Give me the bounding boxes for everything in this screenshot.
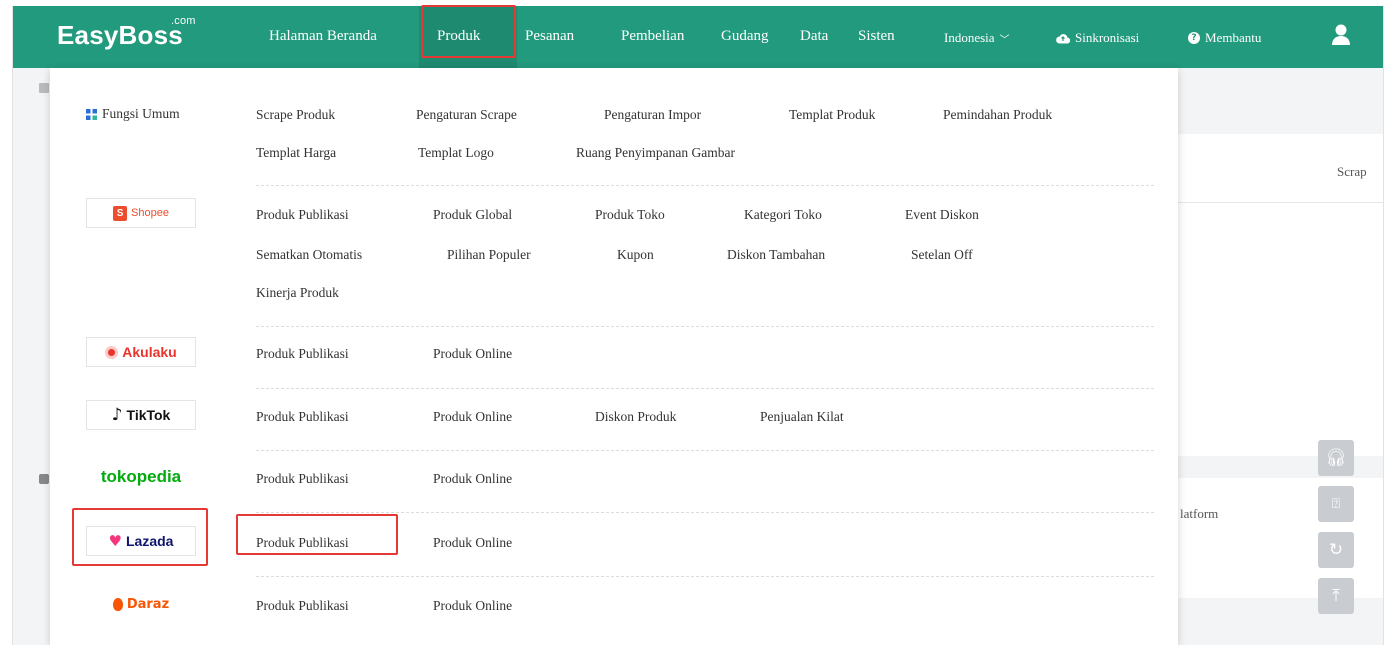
sync-button[interactable]: Sinkronisasi (1056, 30, 1139, 46)
tiktok-logo[interactable]: ♪ TikTok (86, 400, 196, 430)
help-button[interactable]: ? Membantu (1188, 30, 1261, 46)
general-functions-label: Fungsi Umum (102, 106, 180, 121)
shopee-link-produk-toko[interactable]: Produk Toko (595, 207, 665, 223)
background-platform-text: latform (1180, 506, 1219, 521)
tokopedia-link-produk-online[interactable]: Produk Online (433, 471, 512, 487)
tokopedia-label: tokopedia (100, 467, 182, 486)
lazada-heart-icon: ♥ (108, 532, 122, 550)
produk-mega-menu: Fungsi Umum Scrape Produk Pengaturan Scr… (50, 68, 1178, 645)
app-frame: Scrap latform 🎧︎ ⍰ ↻ ⤒ EasyBoss .com Hal… (12, 6, 1384, 645)
help-label: Membantu (1205, 30, 1262, 45)
shopee-link-kinerja-produk[interactable]: Kinerja Produk (256, 285, 339, 301)
nav-item-pesanan[interactable]: Pesanan (525, 28, 574, 45)
nav-item-gudang[interactable]: Gudang (721, 28, 769, 45)
daraz-label: Daraz (126, 596, 170, 612)
nav-item-pembelian[interactable]: Pembelian (621, 28, 684, 45)
tokopedia-logo[interactable]: tokopedia (86, 462, 196, 492)
general-functions-category: Fungsi Umum (86, 106, 180, 122)
menu-link-pengaturan-scrape[interactable]: Pengaturan Scrape (416, 107, 517, 123)
akulaku-link-produk-publikasi[interactable]: Produk Publikasi (256, 346, 349, 362)
shopee-logo[interactable]: S Shopee (86, 198, 196, 228)
tiktok-label: TikTok (126, 407, 171, 423)
question-circle-icon: ? (1188, 32, 1200, 44)
menu-link-templat-logo[interactable]: Templat Logo (418, 145, 494, 161)
daraz-link-produk-online[interactable]: Produk Online (433, 598, 512, 614)
feedback-button[interactable]: ⍰ (1318, 486, 1354, 522)
section-divider (256, 512, 1154, 513)
nav-item-produk[interactable]: Produk (437, 28, 480, 45)
tiktok-link-produk-online[interactable]: Produk Online (433, 409, 512, 425)
sync-label: Sinkronisasi (1075, 30, 1140, 45)
menu-link-templat-harga[interactable]: Templat Harga (256, 145, 336, 161)
shopee-label: Shopee (131, 207, 169, 219)
shopee-bag-icon: S (113, 205, 128, 221)
akulaku-link-produk-online[interactable]: Produk Online (433, 346, 512, 362)
menu-link-pengaturan-impor[interactable]: Pengaturan Impor (604, 107, 701, 123)
background-divider (1178, 202, 1383, 203)
shopee-link-produk-publikasi[interactable]: Produk Publikasi (256, 207, 349, 223)
shopee-link-diskon-tambahan[interactable]: Diskon Tambahan (727, 247, 825, 263)
menu-link-ruang-penyimpanan-gambar[interactable]: Ruang Penyimpanan Gambar (576, 145, 735, 161)
shopee-link-event-diskon[interactable]: Event Diskon (905, 207, 979, 223)
tiktok-link-produk-publikasi[interactable]: Produk Publikasi (256, 409, 349, 425)
section-divider (256, 185, 1154, 186)
menu-link-scrape-produk[interactable]: Scrape Produk (256, 107, 335, 123)
nav-item-data[interactable]: Data (800, 28, 828, 45)
menu-link-templat-produk[interactable]: Templat Produk (789, 107, 875, 123)
chevron-down-icon: ﹀ (999, 34, 1010, 46)
section-divider (256, 326, 1154, 327)
grid-icon (86, 108, 97, 120)
background-panel-main (1178, 134, 1383, 456)
nav-item-beranda[interactable]: Halaman Beranda (269, 28, 377, 45)
top-navigation-bar: EasyBoss .com Halaman Beranda Produk Pes… (13, 6, 1383, 68)
lazada-link-produk-online[interactable]: Produk Online (433, 535, 512, 551)
back-to-top-button[interactable]: ⤒ (1318, 578, 1354, 614)
shopee-link-pilihan-populer[interactable]: Pilihan Populer (447, 247, 531, 263)
akulaku-logo[interactable]: Akulaku (86, 337, 196, 367)
user-avatar-icon[interactable] (1331, 23, 1351, 47)
lazada-link-produk-publikasi[interactable]: Produk Publikasi (256, 535, 349, 551)
section-divider (256, 576, 1154, 577)
shopee-link-setelan-off[interactable]: Setelan Off (911, 247, 973, 263)
lazada-label: Lazada (125, 533, 174, 549)
background-box-icon (39, 474, 49, 484)
background-grid-icon (39, 83, 49, 93)
shopee-link-kategori-toko[interactable]: Kategori Toko (744, 207, 822, 223)
background-panel-top (1178, 76, 1383, 134)
easyboss-logo[interactable]: EasyBoss .com (57, 15, 195, 51)
language-selector[interactable]: Indonesia ﹀ (944, 30, 1010, 46)
refresh-button[interactable]: ↻ (1318, 532, 1354, 568)
cloud-upload-icon (1056, 33, 1070, 44)
shopee-link-produk-global[interactable]: Produk Global (433, 207, 512, 223)
tokopedia-link-produk-publikasi[interactable]: Produk Publikasi (256, 471, 349, 487)
tiktok-link-penjualan-kilat[interactable]: Penjualan Kilat (760, 409, 844, 425)
shopee-link-kupon[interactable]: Kupon (617, 247, 654, 263)
logo-text: EasyBoss (57, 20, 183, 50)
menu-link-pemindahan-produk[interactable]: Pemindahan Produk (943, 107, 1052, 123)
language-label: Indonesia (944, 30, 995, 45)
section-divider (256, 450, 1154, 451)
daraz-link-produk-publikasi[interactable]: Produk Publikasi (256, 598, 349, 614)
shopee-link-sematkan-otomatis[interactable]: Sematkan Otomatis (256, 247, 362, 263)
daraz-logo[interactable]: Daraz (86, 589, 196, 619)
akulaku-circle-icon (105, 345, 119, 359)
tiktok-note-icon: ♪ (111, 404, 123, 425)
tiktok-link-diskon-produk[interactable]: Diskon Produk (595, 409, 676, 425)
nav-item-sistem[interactable]: Sisten (858, 28, 895, 45)
background-scrap-text: Scrap (1337, 164, 1367, 179)
daraz-flame-icon (112, 597, 123, 611)
lazada-logo[interactable]: ♥ Lazada (86, 526, 196, 556)
section-divider (256, 388, 1154, 389)
logo-domain-suffix: .com (171, 15, 196, 27)
akulaku-label: Akulaku (122, 344, 177, 360)
headset-support-button[interactable]: 🎧︎ (1318, 440, 1354, 476)
